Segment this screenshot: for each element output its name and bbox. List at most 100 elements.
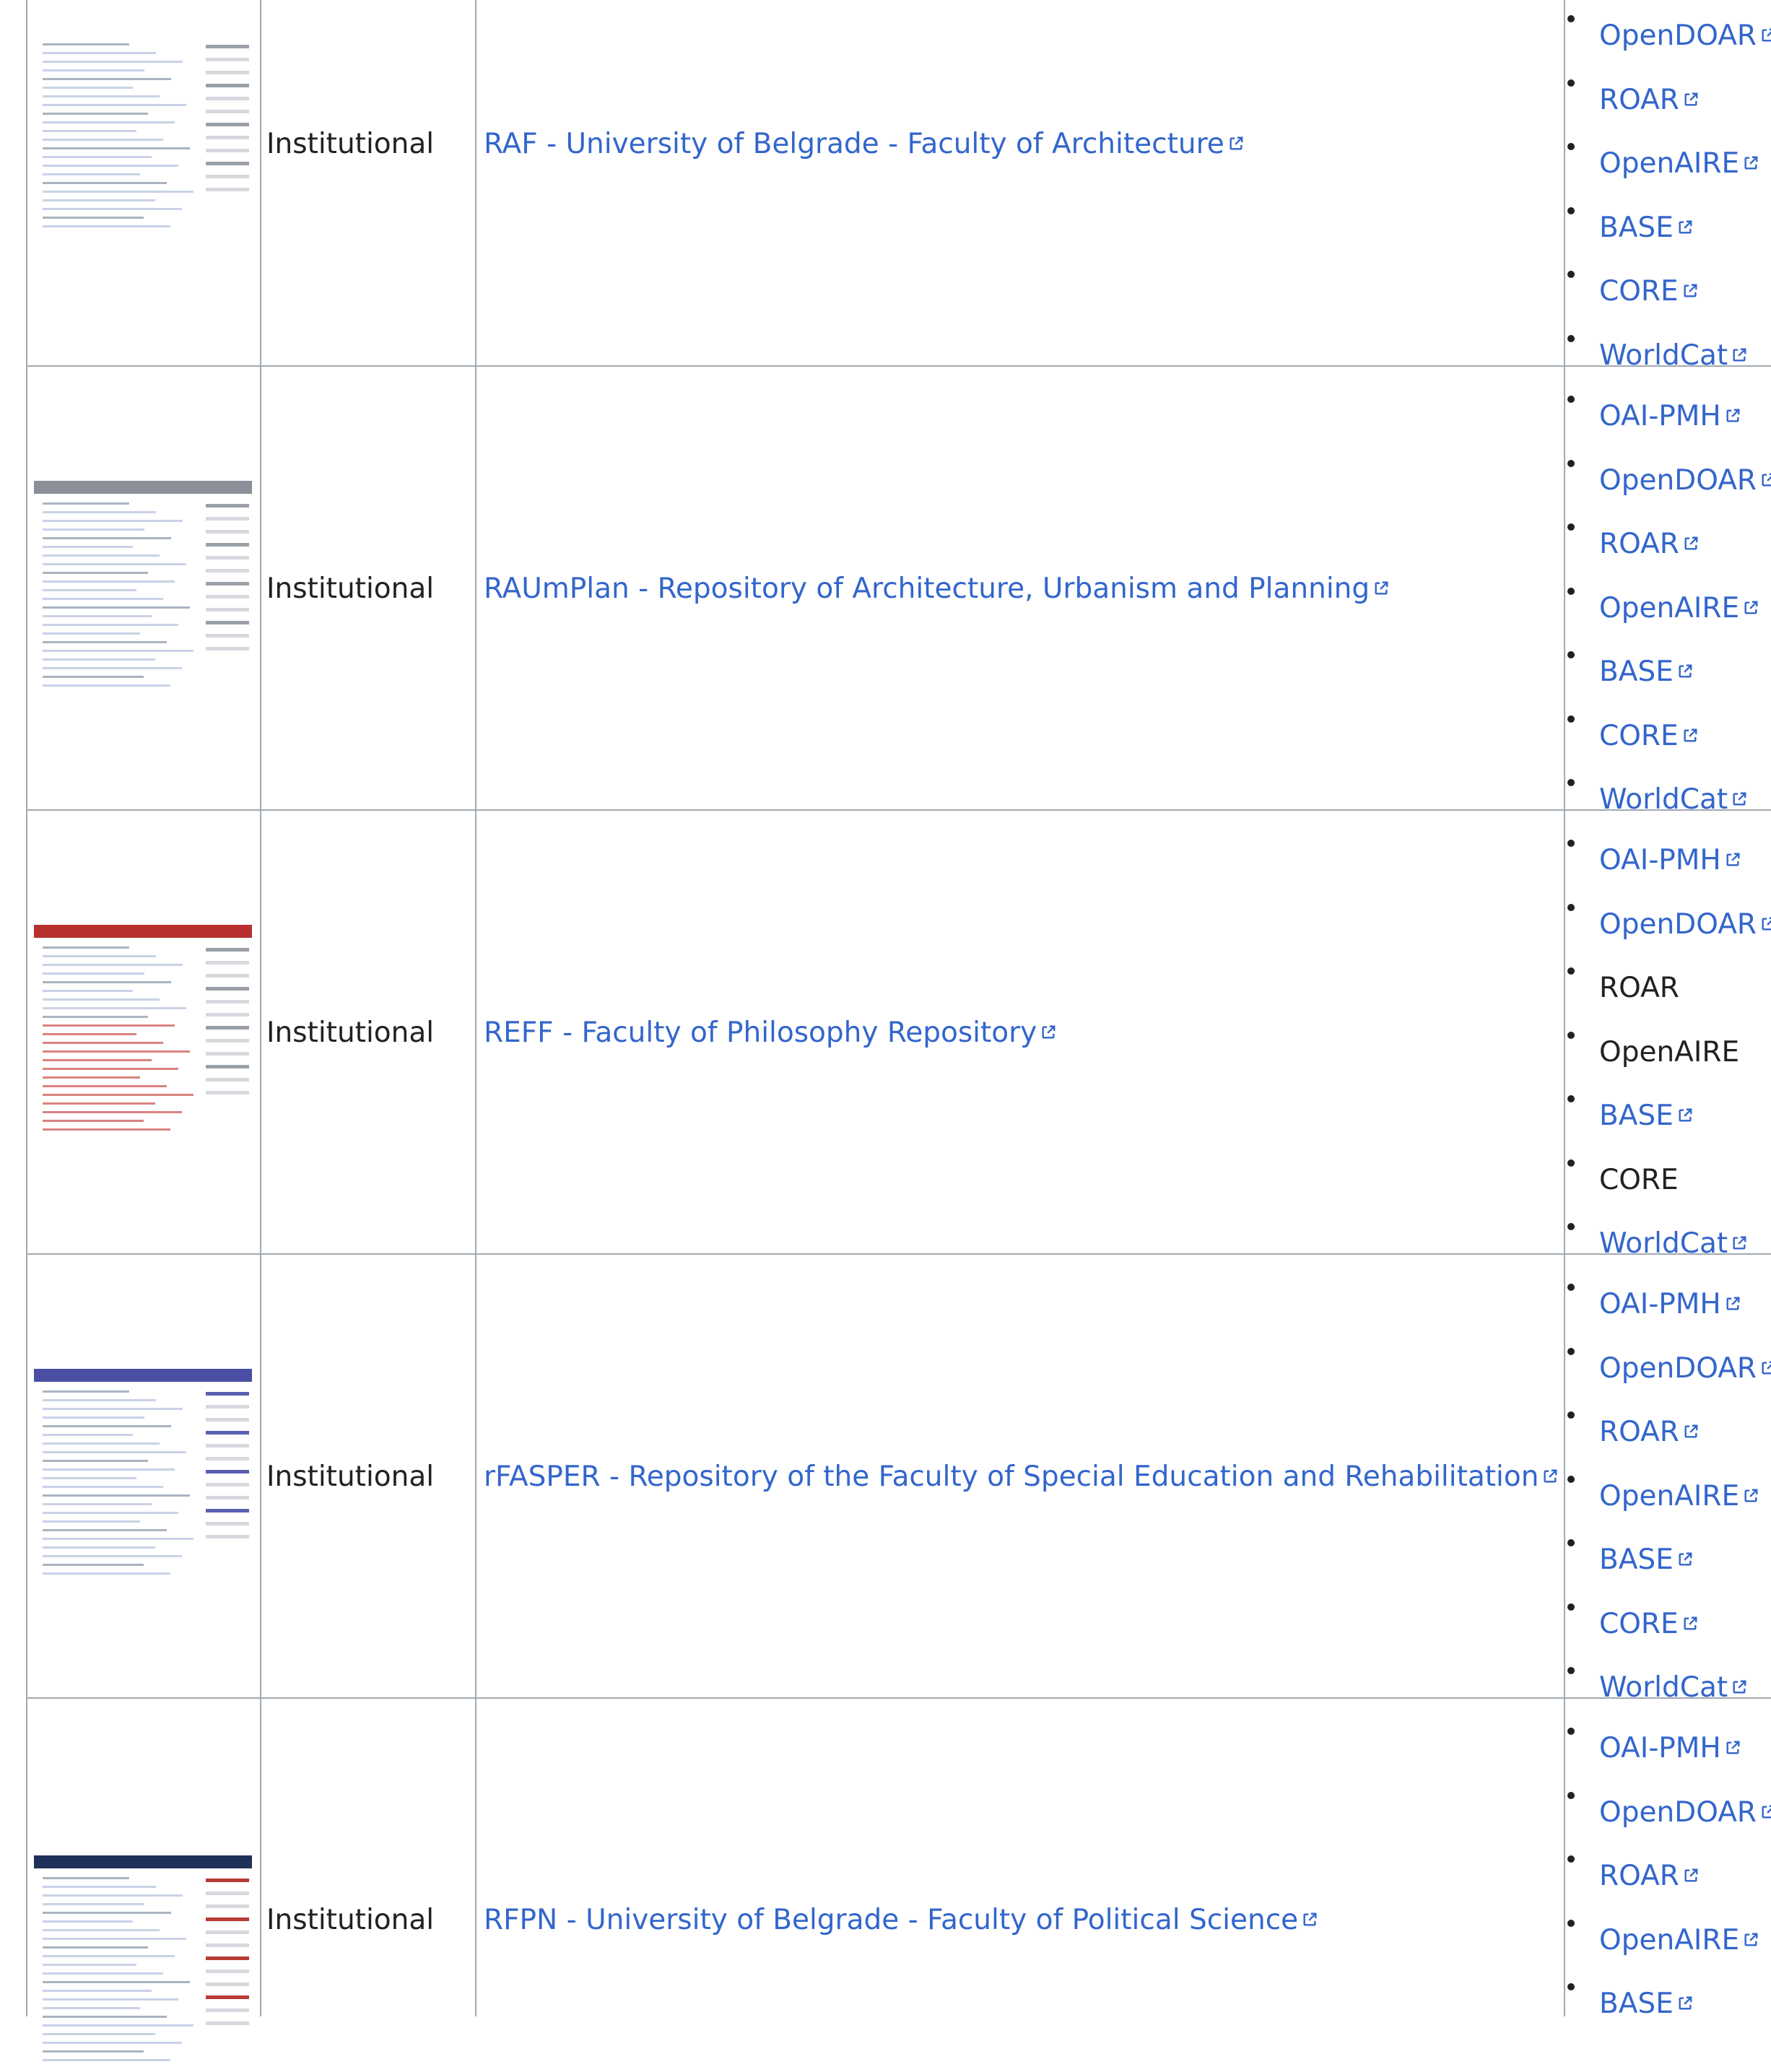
service-link-opendoar[interactable]: OpenDOAR: [1599, 1352, 1757, 1385]
thumbnail-text-line: [43, 1390, 129, 1393]
external-link-icon: [1731, 1679, 1747, 1695]
thumbnail-text-line: [43, 1546, 155, 1549]
thumbnail-text-line: [43, 2059, 170, 2061]
thumbnail-text-line: [43, 502, 129, 505]
thumbnail-text-line: [43, 1407, 183, 1410]
external-link-icon: [1725, 1740, 1741, 1756]
repository-name-link[interactable]: RFPN - University of Belgrade - Faculty …: [484, 1904, 1298, 1936]
repository-name-link[interactable]: RAF - University of Belgrade - Faculty o…: [484, 128, 1224, 160]
repository-name-link[interactable]: RAUmPlan - Repository of Architecture, U…: [484, 573, 1370, 605]
service-link-base[interactable]: BASE: [1599, 656, 1674, 688]
bullet-icon: [1567, 1603, 1575, 1611]
thumbnail-text-line: [43, 165, 178, 167]
service-label-roar: ROAR: [1599, 972, 1679, 1004]
thumbnail-text-line: [43, 614, 152, 617]
thumbnail-header-bar: [34, 1368, 252, 1382]
service-link-opendoar[interactable]: OpenDOAR: [1599, 464, 1757, 497]
thumbnail-sidebar-line: [206, 175, 249, 178]
repository-name-link[interactable]: REFF - Faculty of Philosophy Repository: [484, 1017, 1037, 1049]
service-link-base[interactable]: BASE: [1599, 1544, 1674, 1576]
external-link-icon: [1677, 1107, 1693, 1123]
column-divider: [1564, 1255, 1565, 1697]
thumbnail-sidebar-line: [206, 542, 249, 547]
column-divider: [475, 1699, 477, 2016]
external-link-icon: [1682, 728, 1698, 744]
service-link-roar[interactable]: ROAR: [1599, 84, 1679, 116]
service-link-opendoar[interactable]: OpenDOAR: [1599, 908, 1757, 941]
service-link-core[interactable]: CORE: [1599, 720, 1679, 752]
thumbnail-text-line: [43, 1416, 144, 1419]
thumbnail-sidebar-line: [206, 986, 249, 991]
thumbnail-text-line: [43, 87, 133, 89]
thumbnail-text-line: [43, 1938, 186, 1940]
column-divider: [26, 1699, 27, 2016]
thumbnail-header-bar: [34, 480, 252, 494]
service-link-base[interactable]: BASE: [1599, 212, 1674, 244]
thumbnail-text-line: [43, 1894, 183, 1897]
thumbnail-text-line: [43, 545, 133, 548]
external-link-icon: [1760, 27, 1771, 43]
bullet-icon: [1567, 206, 1575, 214]
service-link-openaire[interactable]: OpenAIRE: [1599, 592, 1739, 624]
repository-type: Institutional: [266, 1016, 435, 1049]
external-link-icon: [1743, 155, 1759, 171]
repository-screenshot-thumbnail[interactable]: [34, 1855, 252, 2072]
repository-screenshot-thumbnail[interactable]: [34, 1368, 252, 1585]
bullet-icon: [1567, 1223, 1575, 1230]
service-link-core[interactable]: CORE: [1599, 275, 1679, 308]
column-divider: [26, 367, 27, 809]
table-row: Institutional RFPN - University of Belgra…: [26, 1697, 1771, 2072]
service-link-opendoar[interactable]: OpenDOAR: [1599, 1796, 1757, 1829]
repository-screenshot-thumbnail[interactable]: [34, 480, 252, 697]
thumbnail-header-bar: [34, 924, 252, 938]
service-link-roar[interactable]: ROAR: [1599, 528, 1679, 560]
thumbnail-text-line: [43, 1102, 155, 1105]
thumbnail-text-line: [43, 666, 182, 669]
bullet-icon: [1567, 1919, 1575, 1927]
service-link-oai-pmh[interactable]: OAI-PMH: [1599, 1288, 1721, 1320]
external-link-icon: [1683, 536, 1699, 552]
thumbnail-text-line: [43, 1528, 167, 1531]
thumbnail-sidebar-line: [206, 568, 249, 573]
thumbnail-sidebar-line: [206, 1982, 249, 1986]
repository-screenshot-thumbnail[interactable]: [34, 22, 252, 253]
service-label-openaire: OpenAIRE: [1599, 1035, 1740, 1068]
bullet-icon: [1567, 1728, 1575, 1735]
thumbnail-sidebar-line: [206, 1508, 249, 1512]
thumbnail-text-line: [43, 1502, 152, 1505]
thumbnail-sidebar-line: [206, 503, 249, 508]
service-link-base[interactable]: BASE: [1599, 1100, 1674, 1132]
external-link-icon: [1542, 1468, 1558, 1484]
thumbnail-text-line: [43, 78, 171, 80]
thumbnail-text-line: [43, 1485, 163, 1488]
thumbnail-text-line: [43, 571, 148, 574]
thumbnail-text-line: [43, 2042, 182, 2044]
service-link-openaire[interactable]: OpenAIRE: [1599, 1924, 1739, 1956]
thumbnail-sidebar-line: [206, 1943, 249, 1947]
thumbnail-sidebar-line: [206, 84, 249, 87]
service-link-roar[interactable]: ROAR: [1599, 1416, 1679, 1448]
thumbnail-sidebar-line: [206, 1443, 249, 1448]
service-link-openaire[interactable]: OpenAIRE: [1599, 1480, 1739, 1512]
thumbnail-text-line: [43, 1537, 193, 1540]
thumbnail-text-line: [43, 658, 155, 661]
bullet-icon: [1567, 1284, 1575, 1291]
column-divider: [260, 811, 261, 1253]
thumbnail-sidebar-line: [206, 1430, 249, 1435]
service-link-opendoar[interactable]: OpenDOAR: [1599, 19, 1757, 52]
service-link-openaire[interactable]: OpenAIRE: [1599, 147, 1739, 180]
repository-name-link[interactable]: rFASPER - Repository of the Faculty of S…: [484, 1461, 1539, 1493]
thumbnail-sidebar-line: [206, 123, 249, 126]
service-link-base[interactable]: BASE: [1599, 1988, 1674, 2020]
service-link-oai-pmh[interactable]: OAI-PMH: [1599, 844, 1721, 876]
thumbnail-text-line: [43, 1006, 186, 1009]
repository-screenshot-thumbnail[interactable]: [34, 924, 252, 1141]
thumbnail-header-bar: [34, 22, 252, 35]
thumbnail-sidebar-line: [206, 97, 249, 100]
thumbnail-sidebar-line: [206, 1469, 249, 1474]
service-link-roar[interactable]: ROAR: [1599, 1860, 1679, 1892]
service-link-oai-pmh[interactable]: OAI-PMH: [1599, 1732, 1721, 1764]
service-link-core[interactable]: CORE: [1599, 1608, 1679, 1640]
service-link-oai-pmh[interactable]: OAI-PMH: [1599, 400, 1721, 432]
thumbnail-sidebar-line: [206, 555, 249, 560]
